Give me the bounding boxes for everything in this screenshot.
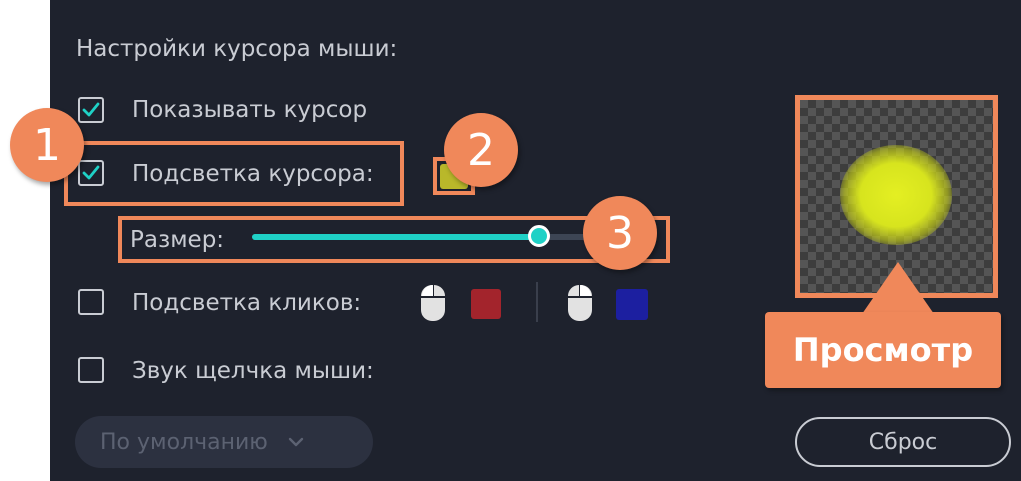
annotation-badge-3: 3 [583, 196, 657, 270]
click-highlight-checkbox[interactable] [78, 289, 104, 315]
click-highlight-label: Подсветка кликов: [132, 290, 362, 316]
click-sound-dropdown[interactable]: По умолчанию [75, 416, 373, 468]
checkmark-icon [82, 102, 100, 117]
preview-callout-arrow [862, 262, 934, 314]
cursor-highlight-checkbox[interactable] [78, 160, 104, 186]
right-click-color-swatch[interactable] [616, 289, 648, 320]
right-mouse-button-icon [568, 284, 592, 321]
cursor-highlight-label: Подсветка курсора: [132, 161, 374, 187]
size-slider-fill [252, 234, 540, 240]
left-mouse-button-icon [421, 284, 445, 321]
show-cursor-checkbox[interactable] [78, 97, 104, 123]
click-sound-dropdown-value: По умолчанию [100, 429, 268, 455]
click-sound-checkbox[interactable] [78, 357, 104, 383]
section-title: Настройки курсора мыши: [76, 36, 398, 62]
preview-callout: Просмотр [765, 312, 1001, 388]
show-cursor-label: Показывать курсор [132, 97, 368, 123]
annotation-badge-1: 1 [10, 108, 84, 182]
left-click-color-swatch[interactable] [471, 289, 501, 319]
reset-button[interactable]: Сброс [795, 417, 1011, 467]
size-slider-thumb[interactable] [528, 225, 550, 247]
chevron-down-icon [288, 437, 304, 447]
checkmark-icon [82, 165, 100, 180]
divider [536, 282, 538, 322]
cursor-highlight-preview-glow [840, 145, 952, 245]
annotation-badge-2: 2 [444, 113, 518, 187]
click-sound-label: Звук щелчка мыши: [132, 358, 374, 384]
size-label: Размер: [130, 227, 225, 253]
